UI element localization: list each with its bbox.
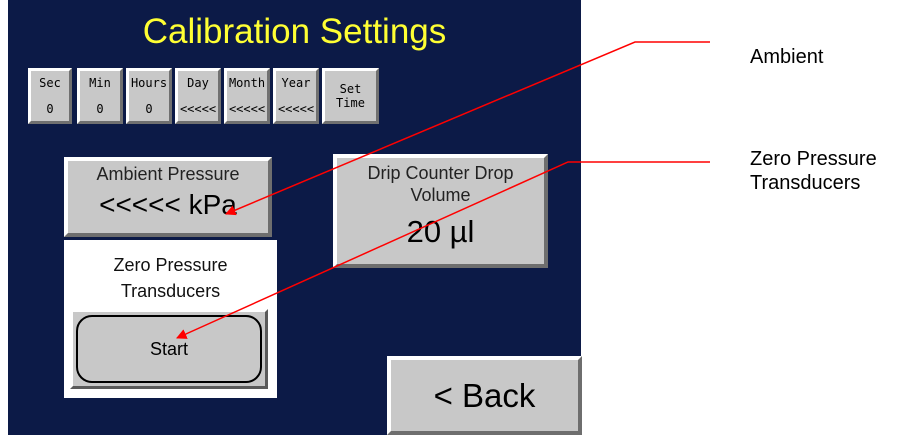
callout-arrows [176, 41, 710, 339]
ambient-arrow [225, 41, 710, 216]
zero-pressure-arrow [176, 161, 710, 339]
